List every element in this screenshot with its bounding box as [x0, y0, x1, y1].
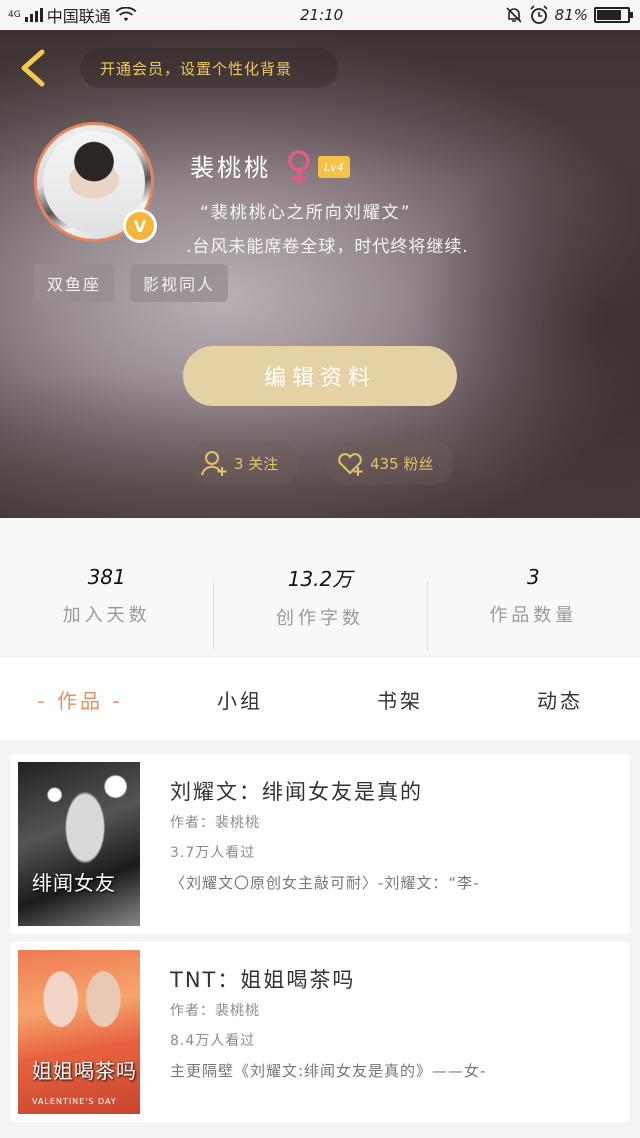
status-right: 81% [505, 5, 633, 25]
female-icon [288, 150, 310, 185]
work-cover: 绯闻女友 [18, 762, 140, 926]
status-left: 4G 中国联通 [0, 3, 137, 27]
stat-label: 作品数量 [489, 605, 578, 626]
followers-label: 435 粉丝 [370, 454, 434, 473]
stat-label: 加入天数 [62, 605, 151, 626]
work-card[interactable]: 绯闻女友 刘耀文：绯闻女友是真的 作者：裴桃桃 3.7万人看过 〈刘耀文〇原创女… [10, 754, 630, 934]
level-badge: Lv4 [318, 156, 350, 178]
work-author: 作者：裴桃桃 [170, 1003, 260, 1019]
cover-subtitle: VALENTINE'S DAY [32, 1097, 117, 1106]
cover-title: 姐姐喝茶吗 [32, 1059, 137, 1083]
battery-fill [597, 10, 622, 20]
network-type: 4G [8, 9, 21, 20]
tab-groups[interactable]: 小组 [160, 685, 320, 714]
battery-percent: 81% [554, 6, 588, 24]
tab-works[interactable]: - 作品 - [0, 685, 160, 714]
edit-profile-button[interactable]: 编辑资料 [183, 346, 457, 406]
stats-bar: 381 加入天数 13.2万 创作字数 3 作品数量 [0, 518, 640, 656]
back-chevron-icon[interactable] [14, 48, 54, 88]
carrier-name: 中国联通 [46, 7, 111, 26]
signature-line-1: “裴桃桃心之所向刘耀文” [200, 203, 412, 223]
work-author: 作者：裴桃桃 [170, 815, 260, 831]
vip-background-banner[interactable]: 开通会员，设置个性化背景 [80, 48, 338, 88]
tab-bookshelf[interactable]: 书架 [320, 685, 480, 714]
work-description: 〈刘耀文〇原创女主敲可耐〉-刘耀文：“李- [170, 874, 480, 892]
heart-plus-icon [338, 453, 363, 476]
alarm-icon [530, 5, 548, 24]
work-cover: 姐姐喝茶吗 VALENTINE'S DAY [18, 950, 140, 1114]
avatar[interactable]: V [34, 122, 157, 243]
followers-button[interactable]: 435 粉丝 [326, 441, 454, 485]
works-list: 绯闻女友 刘耀文：绯闻女友是真的 作者：裴桃桃 3.7万人看过 〈刘耀文〇原创女… [0, 742, 640, 1138]
stat-join-days: 381 加入天数 [0, 547, 213, 627]
clock: 21:10 [300, 6, 344, 24]
battery-icon [594, 7, 633, 23]
add-user-icon [201, 451, 227, 476]
following-label: 3 关注 [234, 454, 279, 473]
cover-title: 绯闻女友 [32, 871, 116, 895]
stat-works-count: 3 作品数量 [426, 547, 640, 651]
mute-bell-icon [506, 7, 522, 23]
status-bar: 4G 中国联通 21:10 81% [0, 0, 640, 30]
work-title: 刘耀文：绯闻女友是真的 [170, 780, 423, 804]
work-title: TNT：姐姐喝茶吗 [170, 968, 356, 992]
signal-icon [24, 8, 43, 22]
profile-header: 开通会员，设置个性化背景 V 裴桃桃 Lv4 “裴桃桃心之所向刘耀文” .台风未… [0, 30, 640, 518]
stat-value: 13.2万 [287, 566, 353, 591]
stat-value: 3 [526, 565, 540, 589]
stat-label: 创作字数 [275, 607, 364, 629]
following-button[interactable]: 3 关注 [190, 441, 300, 485]
work-views: 3.7万人看过 [170, 845, 256, 861]
stat-word-count: 13.2万 创作字数 [213, 545, 426, 649]
work-description: 主更隔壁《刘耀文:绯闻女友是真的》——女- [170, 1062, 487, 1080]
signature-line-2: .台风未能席卷全球，时代终将继续. [186, 237, 469, 257]
tag-zodiac[interactable]: 双鱼座 [34, 264, 114, 302]
tag-genre[interactable]: 影视同人 [130, 264, 228, 302]
wifi-icon [115, 7, 137, 22]
work-views: 8.4万人看过 [170, 1033, 256, 1049]
profile-tabs: - 作品 - 小组 书架 动态 [0, 656, 640, 742]
verified-badge: V [123, 209, 157, 243]
tab-activity[interactable]: 动态 [480, 685, 640, 714]
username: 裴桃桃 [190, 154, 271, 182]
stat-value: 381 [87, 565, 126, 589]
work-card[interactable]: 姐姐喝茶吗 VALENTINE'S DAY TNT：姐姐喝茶吗 作者：裴桃桃 8… [10, 942, 630, 1122]
